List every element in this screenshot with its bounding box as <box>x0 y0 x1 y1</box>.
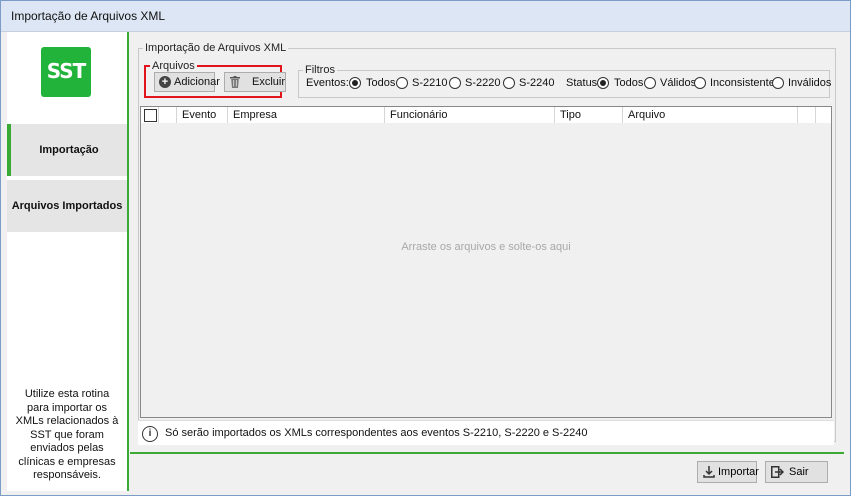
main-panel: Importação de Arquivos XML Arquivos Filt… <box>130 32 844 451</box>
drop-zone-message: Arraste os arquivos e solte-os aqui <box>401 241 571 253</box>
status-radio-validos[interactable] <box>644 77 656 89</box>
plus-circle-icon: + <box>159 76 171 88</box>
sidebar-item-label: Importação <box>39 144 99 156</box>
eventos-option-label: S-2220 <box>465 77 501 89</box>
sst-logo: SST <box>41 47 91 97</box>
exit-icon <box>771 466 784 478</box>
files-grid[interactable]: Evento Empresa Funcionário Tipo Arquivo … <box>140 106 832 418</box>
exit-button[interactable]: Sair <box>765 461 828 483</box>
status-radio-invalidos[interactable] <box>772 77 784 89</box>
eventos-option-label: S-2210 <box>412 77 448 89</box>
import-button-label: Importar <box>718 466 759 478</box>
sidebar-item-label: Arquivos Importados <box>11 200 123 212</box>
column-header-tipo[interactable]: Tipo <box>555 107 623 123</box>
add-button[interactable]: + Adicionar <box>154 72 220 92</box>
exit-button-label: Sair <box>789 466 809 478</box>
app-window: Importação de Arquivos XML SST Importaçã… <box>0 0 851 496</box>
sidebar-item-importacao[interactable]: Importação <box>7 124 127 176</box>
eventos-label: Eventos: <box>306 77 349 89</box>
add-button-label: Adicionar <box>174 76 220 88</box>
eventos-option-label: S-2240 <box>519 77 555 89</box>
status-radio-inconsistentes[interactable] <box>694 77 706 89</box>
filtros-legend: Filtros <box>305 64 335 76</box>
delete-button[interactable]: Excluir <box>224 72 286 92</box>
column-header-empresa[interactable]: Empresa <box>228 107 385 123</box>
eventos-option-label: Todos <box>366 77 396 89</box>
header-spacer-cell <box>159 107 177 123</box>
title-bar: Importação de Arquivos XML <box>1 1 850 32</box>
eventos-radio-todos[interactable] <box>349 77 361 89</box>
status-option-label: Inválidos <box>788 77 832 89</box>
trash-icon <box>230 76 240 88</box>
status-option-label: Inconsistentes <box>710 77 781 89</box>
import-button[interactable]: Importar <box>697 461 759 483</box>
footer-bar: Importar Sair <box>130 452 844 494</box>
download-icon <box>703 466 715 478</box>
delete-button-label: Excluir <box>252 76 286 88</box>
header-select-cell <box>141 107 159 123</box>
column-header-arquivo[interactable]: Arquivo <box>623 107 798 123</box>
import-group-title: Importação de Arquivos XML <box>145 42 287 54</box>
sidebar-item-arquivos-importados[interactable]: Arquivos Importados <box>7 180 127 232</box>
info-icon: i <box>142 426 158 442</box>
help-text: Utilize esta rotina para importar os XML… <box>15 388 119 481</box>
eventos-radio-s2240[interactable] <box>503 77 515 89</box>
grid-header: Evento Empresa Funcionário Tipo Arquivo <box>141 107 831 124</box>
sidebar: SST Importação Arquivos Importados Utili… <box>7 32 129 491</box>
status-radio-todos[interactable] <box>597 77 609 89</box>
select-all-checkbox[interactable] <box>144 109 157 122</box>
header-spacer-cell <box>798 107 816 123</box>
status-label: Status: <box>566 77 601 89</box>
info-text: Só serão importados os XMLs corresponden… <box>165 427 588 439</box>
eventos-radio-s2210[interactable] <box>396 77 408 89</box>
column-header-evento[interactable]: Evento <box>177 107 228 123</box>
drop-zone[interactable]: Arraste os arquivos e solte-os aqui <box>141 123 831 417</box>
logo-text: SST <box>46 59 87 83</box>
info-bar: i Só serão importados os XMLs correspond… <box>138 420 834 445</box>
eventos-radio-s2220[interactable] <box>449 77 461 89</box>
window-title: Importação de Arquivos XML <box>11 9 166 23</box>
status-option-label: Todos <box>614 77 644 89</box>
arquivos-legend: Arquivos <box>152 60 195 72</box>
status-option-label: Válidos <box>660 77 697 89</box>
column-header-funcionario[interactable]: Funcionário <box>385 107 555 123</box>
